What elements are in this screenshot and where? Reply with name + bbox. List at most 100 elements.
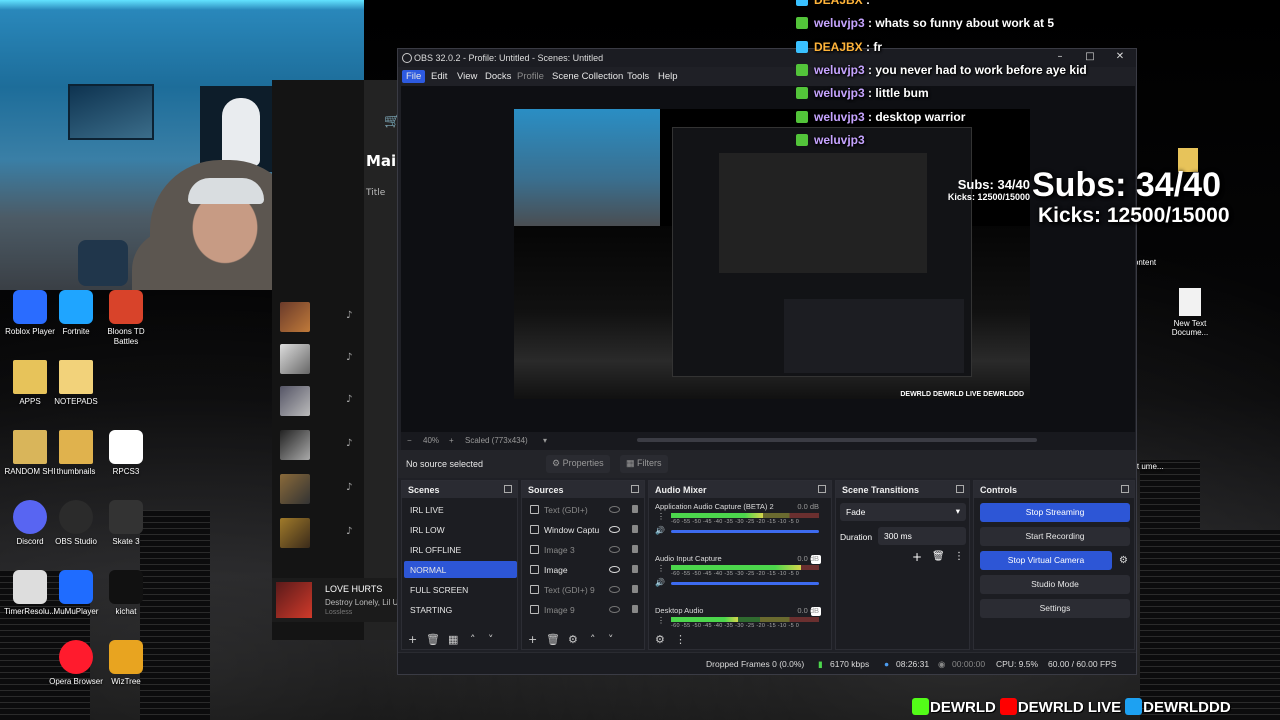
source-item[interactable]: Image 3	[526, 541, 638, 558]
source-item[interactable]: Window Captu	[526, 521, 638, 538]
virtual-camera-settings-icon[interactable]: ⚙	[1119, 555, 1128, 566]
visibility-eye-icon[interactable]	[609, 506, 620, 513]
visibility-eye-icon[interactable]	[609, 526, 620, 533]
volume-slider[interactable]	[671, 530, 821, 564]
track-menu-icon[interactable]: ⋮	[657, 616, 665, 625]
mixer-settings-icon[interactable]: ⚙	[655, 633, 665, 647]
lock-icon[interactable]	[632, 565, 638, 573]
remove-source-button[interactable]: 🗑	[546, 633, 560, 647]
move-up-button[interactable]: ˄	[470, 633, 476, 647]
undock-icon[interactable]	[956, 485, 964, 493]
preview-scrollbar[interactable]	[637, 438, 1037, 442]
source-item[interactable]: Image 9	[526, 601, 638, 618]
move-down-button[interactable]: ˅	[488, 633, 494, 647]
control-stop-streaming-button[interactable]: Stop Streaming	[980, 503, 1130, 522]
now-playing-bar[interactable]: LOVE HURTS Destroy Lonely, Lil U Lossles…	[272, 578, 400, 622]
filters-button[interactable]: ▦ Filters	[620, 455, 668, 473]
control-stop-virtual-camera-button[interactable]: Stop Virtual Camera	[980, 551, 1112, 570]
zoom-in-button[interactable]: +	[449, 436, 454, 445]
source-item[interactable]: Text (GDI+)	[526, 501, 638, 518]
close-button[interactable]: ✕	[1112, 51, 1128, 65]
lock-icon[interactable]	[632, 545, 638, 553]
track-art[interactable]	[280, 386, 310, 416]
duration-input[interactable]: 300 ms	[878, 527, 966, 545]
menu-tools[interactable]: Tools	[623, 70, 653, 83]
scene-item[interactable]: NORMAL	[404, 561, 517, 578]
volume-slider[interactable]	[671, 582, 821, 616]
move-up-button[interactable]: ˄	[590, 633, 596, 647]
visibility-eye-icon[interactable]	[609, 566, 620, 573]
track-art[interactable]	[280, 302, 310, 332]
visibility-eye-icon[interactable]	[609, 546, 620, 553]
scenes-title: Scenes	[408, 485, 440, 495]
menu-scene-collection[interactable]: Scene Collection	[548, 70, 627, 83]
transition-menu-icon[interactable]: ⋮	[954, 551, 964, 562]
kicks-goal-text: Kicks: 12500/15000	[1038, 204, 1230, 227]
add-source-button[interactable]: +	[528, 633, 537, 647]
source-properties-icon[interactable]: ⚙	[568, 633, 578, 647]
lock-icon[interactable]	[632, 525, 638, 533]
speaker-icon[interactable]: 🔊	[655, 526, 665, 535]
scene-item[interactable]: IRL OFFLINE	[404, 541, 517, 558]
desktop-icon[interactable]: WizTree	[96, 640, 156, 687]
menu-docks[interactable]: Docks	[481, 70, 515, 83]
visibility-eye-icon[interactable]	[609, 606, 620, 613]
scene-filters-icon[interactable]: ▦	[448, 633, 458, 647]
menu-view[interactable]: View	[453, 70, 481, 83]
move-down-button[interactable]: ˅	[608, 633, 614, 647]
track-art[interactable]	[280, 474, 310, 504]
scene-item[interactable]: IRL LIVE	[404, 501, 517, 518]
undock-icon[interactable]	[818, 485, 826, 493]
desktop-file-new-text[interactable]: New Text Docume...	[1160, 288, 1220, 337]
remove-scene-button[interactable]: 🗑	[426, 633, 440, 647]
scenes-dock-header: Scenes	[402, 481, 517, 498]
desktop-icon[interactable]: kichat	[96, 570, 156, 617]
desktop-icon[interactable]: RPCS3	[96, 430, 156, 477]
track-menu-icon[interactable]: ⋮	[657, 512, 665, 521]
source-item[interactable]: Image	[526, 561, 638, 578]
undock-icon[interactable]	[631, 485, 639, 493]
control-studio-mode-button[interactable]: Studio Mode	[980, 575, 1130, 594]
scene-item[interactable]: IRL LOW	[404, 521, 517, 538]
undock-icon[interactable]	[504, 485, 512, 493]
visibility-eye-icon[interactable]	[609, 586, 620, 593]
sources-dock: Sources Text (GDI+) Window Captu Image 3 Im…	[521, 480, 645, 650]
more-options-icon[interactable]: ⋮	[675, 633, 686, 647]
track-menu-icon[interactable]: ⋮	[657, 564, 665, 573]
track-art[interactable]	[280, 344, 310, 374]
control-settings-button[interactable]: Settings	[980, 599, 1130, 618]
desktop-icon[interactable]: NOTEPADS	[46, 360, 106, 407]
remove-transition-button[interactable]: 🗑	[932, 551, 945, 562]
preview-canvas[interactable]: Subs: 34/40 Kicks: 12500/15000 DEWRLD DE…	[514, 109, 1030, 399]
speaker-icon[interactable]: 🔊	[655, 578, 665, 587]
transition-select[interactable]: Fade ▾	[840, 503, 966, 521]
desktop-icon[interactable]: Skate 3	[96, 500, 156, 547]
add-scene-button[interactable]: +	[408, 633, 417, 647]
zoom-out-button[interactable]: −	[407, 436, 412, 445]
menu-edit[interactable]: Edit	[427, 70, 451, 83]
lock-icon[interactable]	[632, 605, 638, 613]
scale-dropdown[interactable]: Scaled (773x434)	[465, 436, 528, 445]
chevron-down-icon[interactable]: ▾	[543, 436, 547, 445]
scene-item[interactable]: STARTING	[404, 601, 517, 618]
lock-icon[interactable]	[632, 505, 638, 513]
track-art[interactable]	[280, 518, 310, 548]
mumu-icon	[59, 570, 93, 604]
lock-icon[interactable]	[632, 585, 638, 593]
desktop-icon[interactable]: Bloons TD Battles	[96, 290, 156, 347]
menu-profile[interactable]: Profile	[513, 70, 548, 83]
mixer-track: Application Audio Capture (BETA) 2 0.0 dB…	[653, 502, 821, 564]
properties-button[interactable]: ⚙ Properties	[546, 455, 610, 473]
add-transition-button[interactable]: +	[912, 550, 922, 564]
source-item[interactable]: Text (GDI+) 9	[526, 581, 638, 598]
chat-badge-icon	[796, 40, 808, 53]
control-start-recording-button[interactable]: Start Recording	[980, 527, 1130, 546]
record-time: 00:00:00	[952, 659, 986, 669]
menu-file[interactable]: File	[402, 70, 426, 83]
menu-help[interactable]: Help	[654, 70, 682, 83]
scene-item[interactable]: FULL SCREEN	[404, 581, 517, 598]
wallpaper-building	[1140, 460, 1200, 720]
desktop-file-label: ontent	[1133, 258, 1157, 267]
track-art[interactable]	[280, 430, 310, 460]
undock-icon[interactable]	[1121, 485, 1129, 493]
